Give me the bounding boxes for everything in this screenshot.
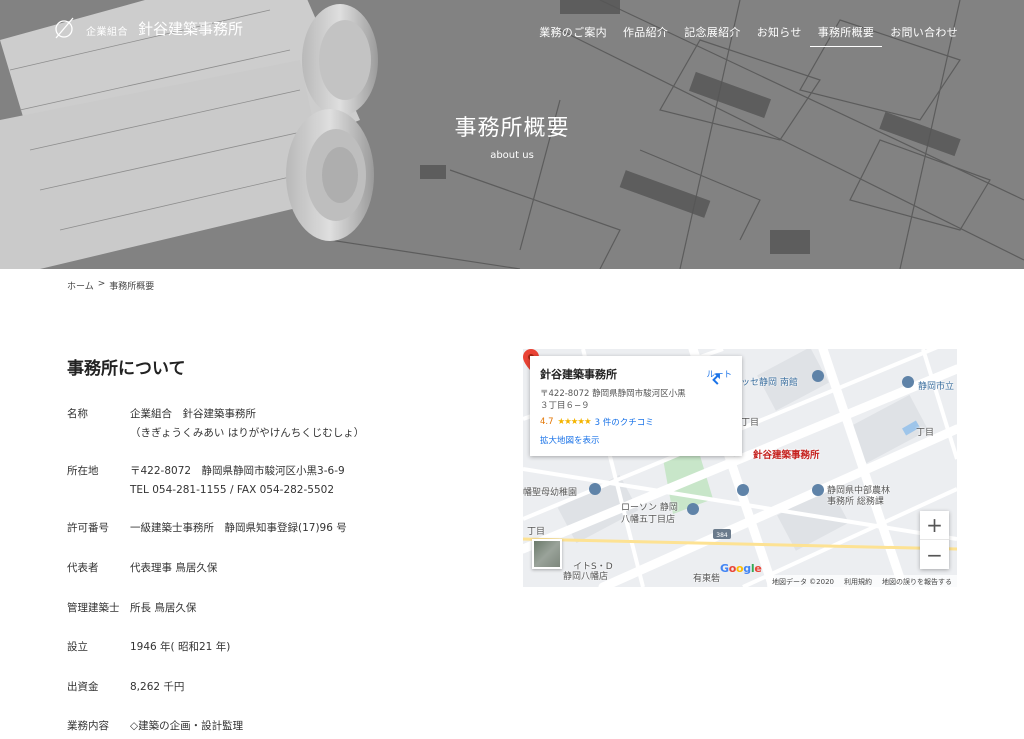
- nav-item-contact[interactable]: お問い合わせ: [882, 24, 966, 47]
- terms-link[interactable]: 利用規約: [844, 577, 872, 586]
- page-title: 事務所概要: [454, 116, 570, 141]
- nav-item-exhibition[interactable]: 記念展紹介: [676, 24, 749, 47]
- place-address: 〒422-8072 静岡県静岡市駿河区小黒３丁目６−９: [540, 389, 686, 411]
- info-value-line: 所長 鳥居久保: [130, 602, 197, 614]
- map-place-label: ッセ静岡 南館: [741, 378, 798, 388]
- info-value: 代表理事 鳥居久保: [130, 559, 217, 578]
- map-data-credit: 地図データ ©2020: [771, 578, 834, 586]
- info-value: ◇建築の企画・設計監理: [130, 717, 243, 736]
- info-value-line: TEL 054-281-1155 / FAX 054-282-5502: [130, 484, 335, 496]
- map-marker-label: 針谷建築事務所: [753, 450, 820, 461]
- info-row-name: 名称 企業組合 針谷建築事務所 （きぎょうくみあい はりがやけんちくじむしょ）: [67, 405, 364, 443]
- logo-mark-icon: [55, 17, 74, 39]
- enlarge-map-link[interactable]: 拡大地図を表示: [540, 434, 732, 446]
- place-rating: 4.7 ★★★★★ 3 件のクチコミ: [540, 416, 732, 428]
- satellite-toggle-button[interactable]: [532, 539, 562, 569]
- info-label: 名称: [67, 408, 88, 420]
- map-place-label: 幡聖母幼稚園: [523, 488, 578, 498]
- map-place-label: 丁目: [741, 418, 760, 428]
- info-label: 許可番号: [67, 522, 109, 534]
- map-place-label: 有東砦: [693, 574, 721, 584]
- info-value-line: 代表理事 鳥居久保: [130, 562, 218, 574]
- info-row-established: 設立 1946 年( 昭和21 年): [67, 638, 230, 657]
- report-error-link[interactable]: 地図の誤りを報告する: [882, 577, 952, 586]
- info-value-line: 企業組合 針谷建築事務所: [130, 408, 256, 420]
- info-label: 業務内容: [67, 720, 109, 732]
- map-place-label: 八幡五丁目店: [621, 515, 676, 525]
- rating-stars-icon: ★★★★★: [557, 417, 592, 427]
- map-place-label: 丁目: [527, 527, 546, 537]
- info-row-address: 所在地 〒422-8072 静岡県静岡市駿河区小黒3-6-9 TEL 054-2…: [67, 462, 345, 500]
- reviews-link[interactable]: 3 件のクチコミ: [595, 416, 654, 428]
- info-value-line: 8,262 千円: [130, 681, 185, 693]
- google-map[interactable]: 384 ッセ静岡 南館 静岡市立 丁目 丁目 静岡県中部農林 事務所 総務課 ロ…: [523, 349, 957, 587]
- info-value: 一級建築士事務所 静岡県知事登録(17)96 号: [130, 519, 347, 538]
- info-row-license: 許可番号 一級建築士事務所 静岡県知事登録(17)96 号: [67, 519, 347, 538]
- breadcrumb: ホーム > 事務所概要: [67, 279, 154, 292]
- directions-icon: [712, 373, 721, 385]
- info-label: 出資金: [67, 681, 99, 693]
- breadcrumb-current: 事務所概要: [109, 282, 155, 292]
- svg-text:384: 384: [716, 532, 728, 539]
- breadcrumb-home-link[interactable]: ホーム: [67, 279, 94, 292]
- route-button[interactable]: ルート: [706, 368, 732, 385]
- nav-item-works[interactable]: 作品紹介: [615, 24, 676, 47]
- info-value: 〒422-8072 静岡県静岡市駿河区小黒3-6-9 TEL 054-281-1…: [130, 462, 345, 500]
- info-value: 所長 鳥居久保: [130, 599, 196, 618]
- place-name: 針谷建築事務所: [540, 368, 617, 381]
- info-value-line: 一級建築士事務所 静岡県知事登録(17)96 号: [130, 522, 347, 534]
- site-logo[interactable]: 企業組合 針谷建築事務所: [52, 16, 243, 40]
- section-title: 事務所について: [67, 359, 186, 379]
- zoom-in-button[interactable]: +: [920, 511, 949, 540]
- hero-banner: 企業組合 針谷建築事務所 業務のご案内 作品紹介 記念展紹介 お知らせ 事務所概…: [0, 0, 1024, 269]
- nav-item-news[interactable]: お知らせ: [749, 24, 810, 47]
- rating-value: 4.7: [540, 417, 554, 427]
- map-place-label: 静岡市立: [918, 382, 955, 392]
- zoom-out-button[interactable]: −: [920, 540, 949, 569]
- nav-item-services[interactable]: 業務のご案内: [531, 24, 615, 47]
- nav-item-about[interactable]: 事務所概要: [809, 24, 883, 47]
- info-row-business: 業務内容 ◇建築の企画・設計監理: [67, 717, 243, 736]
- info-value: 1946 年( 昭和21 年): [130, 638, 230, 657]
- google-logo: Google: [720, 562, 762, 575]
- info-row-capital: 出資金 8,262 千円: [67, 678, 184, 697]
- info-value: 企業組合 針谷建築事務所 （きぎょうくみあい はりがやけんちくじむしょ）: [130, 405, 364, 443]
- main-nav: 業務のご案内 作品紹介 記念展紹介 お知らせ 事務所概要 お問い合わせ: [531, 24, 966, 47]
- info-label: 管理建築士: [67, 602, 120, 614]
- map-place-label: 静岡八幡店: [563, 572, 609, 582]
- zoom-controls: + −: [920, 511, 949, 569]
- info-value: 8,262 千円: [130, 678, 184, 697]
- map-attribution: 地図データ ©2020 利用規約 地図の誤りを報告する: [766, 575, 957, 587]
- map-place-label: 丁目: [916, 428, 935, 438]
- info-value-line: （きぎょうくみあい はりがやけんちくじむしょ）: [130, 427, 365, 439]
- logo-title: 針谷建築事務所: [138, 20, 244, 38]
- info-label: 所在地: [67, 465, 99, 477]
- info-row-architect: 管理建築士 所長 鳥居久保: [67, 599, 196, 618]
- info-label: 代表者: [67, 562, 99, 574]
- map-place-label: 事務所 総務課: [827, 497, 884, 507]
- breadcrumb-separator: >: [97, 279, 106, 289]
- info-value-line: 〒422-8072 静岡県静岡市駿河区小黒3-6-9: [130, 465, 345, 477]
- logo-subtitle: 企業組合: [86, 26, 128, 38]
- info-value-line: ◇建築の企画・設計監理: [130, 720, 244, 732]
- info-value-line: 1946 年( 昭和21 年): [130, 641, 231, 653]
- place-info-card: 針谷建築事務所 〒422-8072 静岡県静岡市駿河区小黒３丁目６−９ 4.7 …: [530, 356, 742, 456]
- page-subtitle: about us: [490, 150, 534, 161]
- info-row-representative: 代表者 代表理事 鳥居久保: [67, 559, 217, 578]
- info-label: 設立: [67, 641, 88, 653]
